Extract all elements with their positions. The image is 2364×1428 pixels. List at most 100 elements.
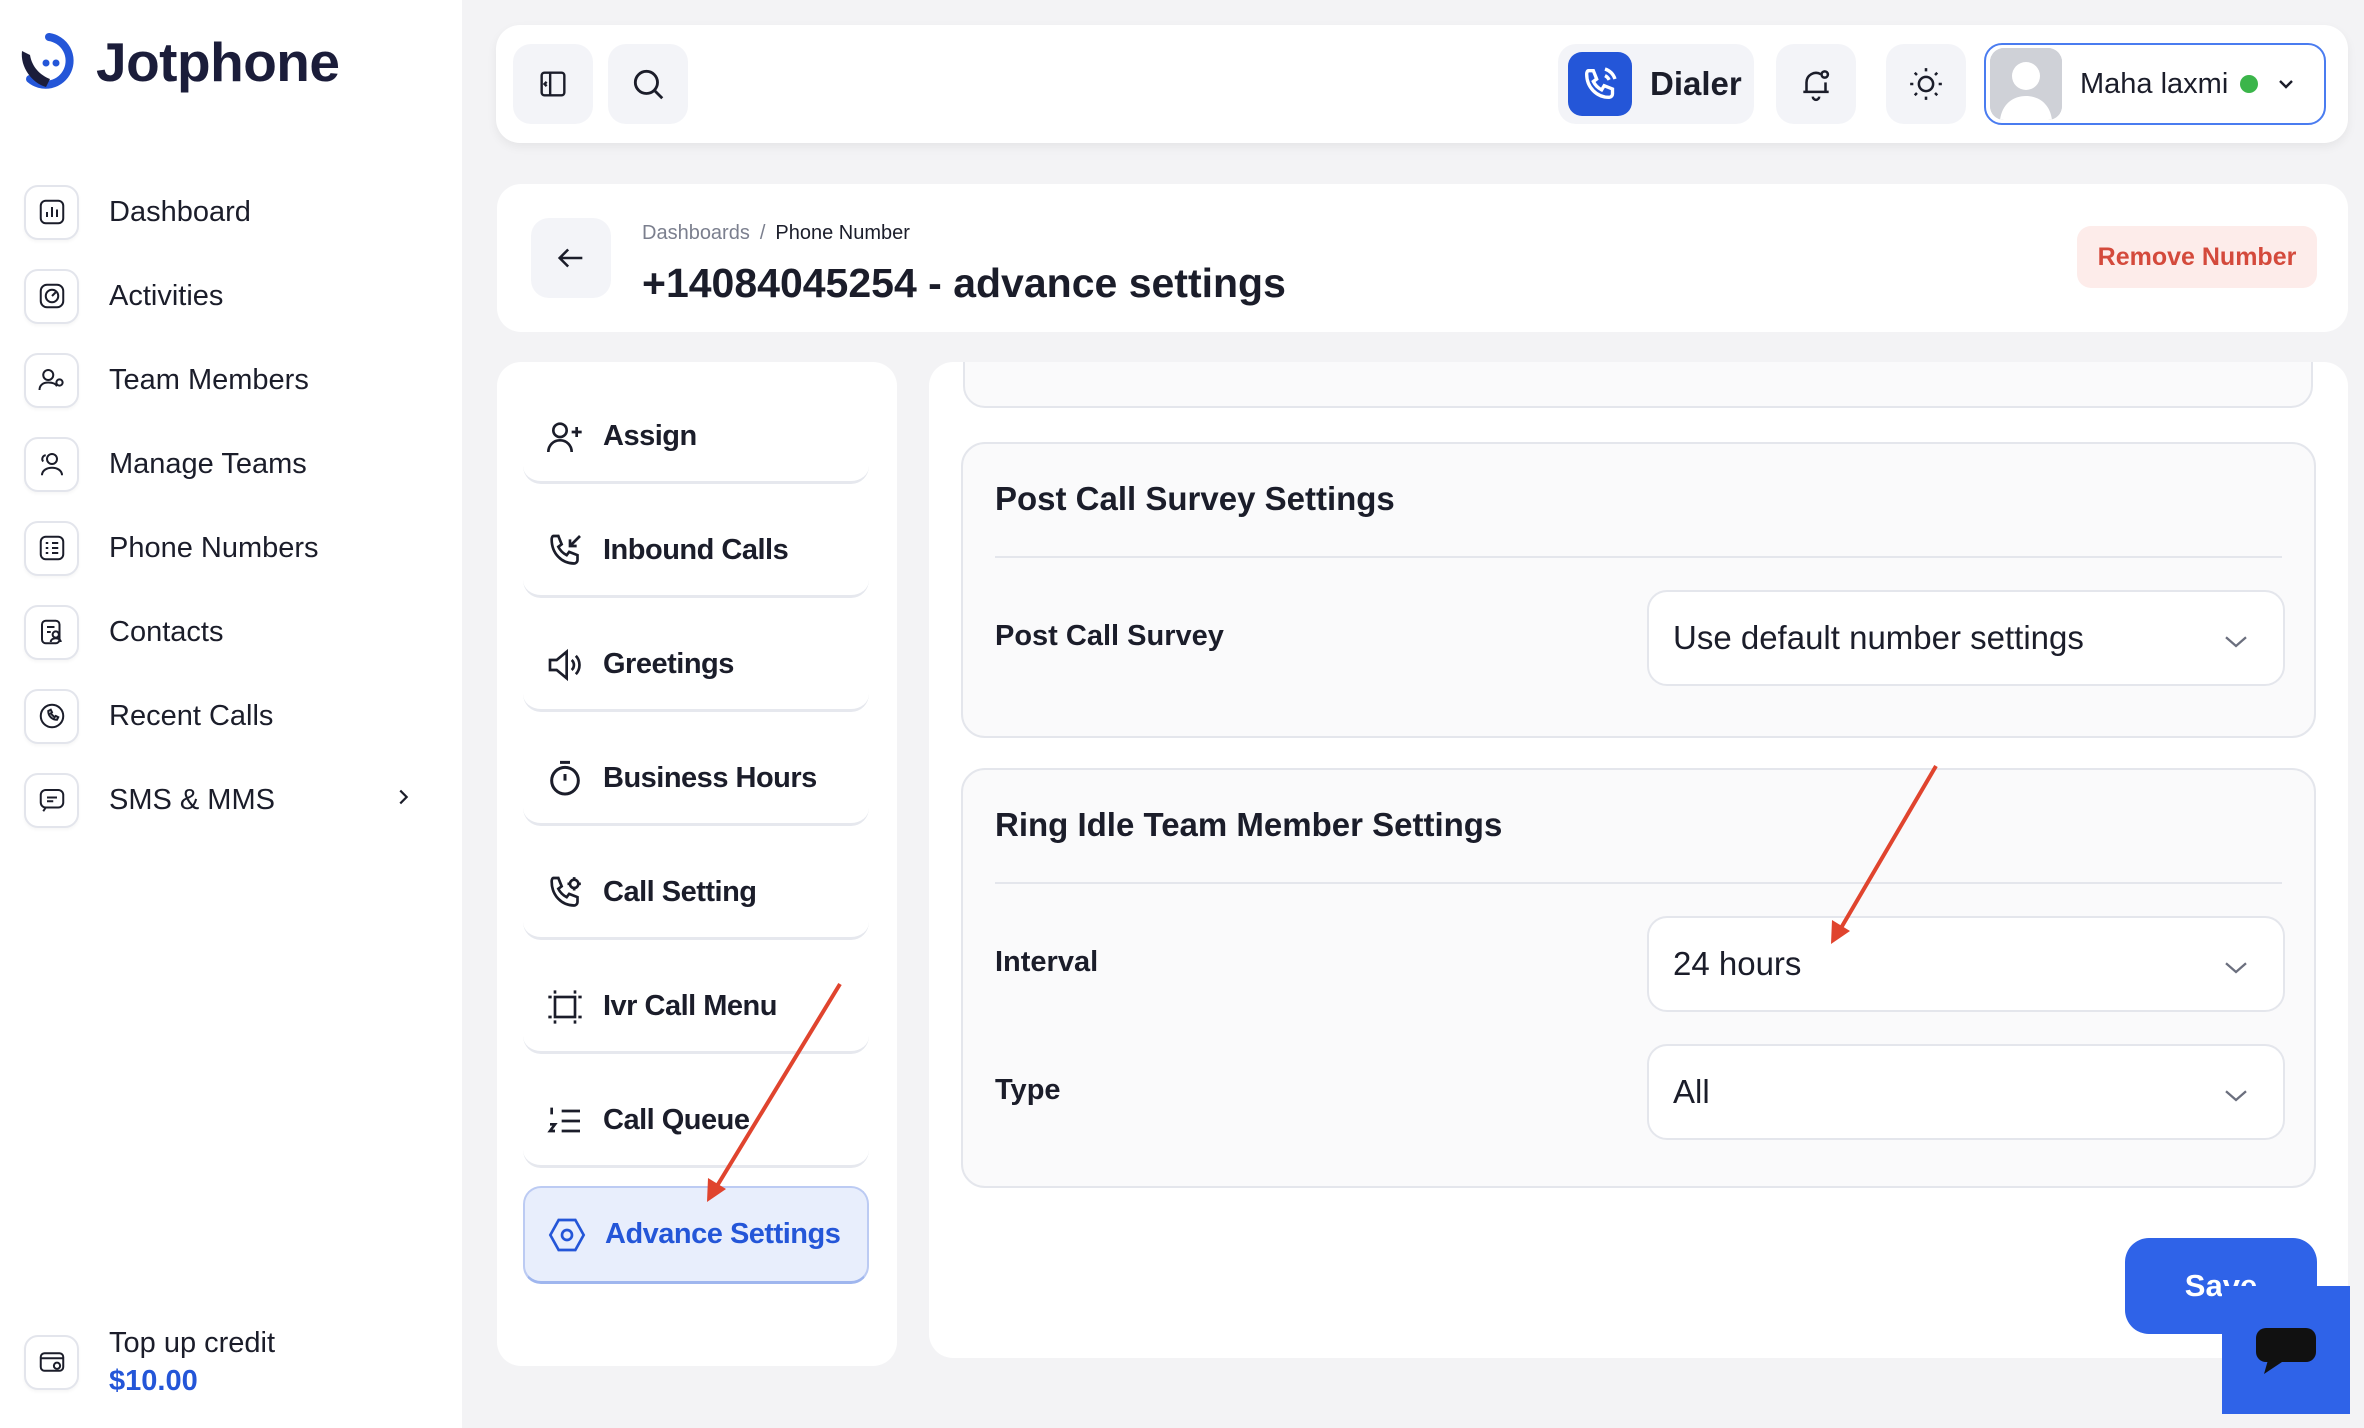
- type-label: Type: [995, 1074, 1061, 1106]
- sidebar-item-label: Dashboard: [109, 195, 251, 228]
- dialer-button[interactable]: Dialer: [1558, 44, 1754, 124]
- search-button[interactable]: [608, 44, 688, 124]
- search-icon: [629, 65, 667, 103]
- sidebar-item-label: Phone Numbers: [109, 531, 319, 564]
- select-value: All: [1673, 1073, 1710, 1110]
- chevron-down-icon: [2274, 72, 2298, 96]
- remove-number-button[interactable]: Remove Number: [2077, 226, 2317, 288]
- previous-settings-card: [963, 362, 2313, 408]
- settings-nav: Assign Inbound Calls Greetings Business …: [497, 362, 897, 1366]
- stopwatch-icon: [545, 759, 585, 799]
- sun-icon: [1907, 65, 1945, 103]
- contact-book-icon: [24, 604, 79, 660]
- phone-list-icon: [24, 520, 79, 576]
- tab-label: Call Setting: [603, 876, 757, 908]
- tab-advance-settings[interactable]: Advance Settings: [523, 1186, 869, 1284]
- hexagon-settings-icon: [547, 1215, 587, 1255]
- breadcrumb-dashboards[interactable]: Dashboards: [642, 222, 750, 245]
- credit-amount: $10.00: [109, 1365, 198, 1397]
- sidebar-item-activities[interactable]: Activities: [24, 254, 424, 338]
- sidebar: Jotphone Dashboard Activities Team Membe…: [0, 0, 462, 1428]
- sidebar-item-team-members[interactable]: Team Members: [24, 338, 424, 422]
- phone-history-icon: [24, 688, 79, 744]
- tab-ivr-call-menu[interactable]: Ivr Call Menu: [523, 962, 869, 1054]
- notifications-button[interactable]: [1776, 44, 1856, 124]
- sidebar-item-manage-teams[interactable]: Manage Teams: [24, 422, 424, 506]
- breadcrumb-phone-number: Phone Number: [775, 222, 910, 244]
- logo[interactable]: Jotphone: [16, 30, 340, 94]
- post-call-survey-card: Post Call Survey Settings Post Call Surv…: [961, 442, 2316, 738]
- top-bar: Dialer Maha laxmi: [496, 25, 2348, 143]
- divider: [995, 882, 2282, 884]
- sidebar-item-label: SMS & MMS: [109, 783, 275, 816]
- incoming-call-icon: [545, 531, 585, 571]
- bar-chart-icon: [24, 184, 79, 240]
- tab-label: Call Queue: [603, 1104, 750, 1136]
- message-icon: [24, 772, 79, 828]
- user-plus-icon: [545, 417, 585, 457]
- sidebar-item-label: Recent Calls: [109, 699, 274, 732]
- divider: [995, 556, 2282, 558]
- sidebar-nav: Dashboard Activities Team Members Manage…: [24, 170, 424, 842]
- arrow-left-icon: [554, 241, 588, 275]
- tab-business-hours[interactable]: Business Hours: [523, 734, 869, 826]
- theme-toggle-button[interactable]: [1886, 44, 1966, 124]
- user-name: Maha laxmi: [2080, 67, 2229, 100]
- sidebar-item-dashboard[interactable]: Dashboard: [24, 170, 424, 254]
- gauge-icon: [24, 268, 79, 324]
- tab-assign[interactable]: Assign: [523, 392, 869, 484]
- sidebar-item-label: Manage Teams: [109, 447, 307, 480]
- phone-settings-icon: [545, 873, 585, 913]
- post-call-survey-label: Post Call Survey: [995, 620, 1224, 652]
- back-button[interactable]: [531, 218, 611, 298]
- avatar: [1990, 48, 2062, 120]
- type-select[interactable]: All: [1647, 1044, 2285, 1140]
- ivr-frame-icon: [545, 987, 585, 1027]
- chat-bubble-icon: [2254, 1324, 2318, 1376]
- tab-call-queue[interactable]: Call Queue: [523, 1076, 869, 1168]
- phone-wave-icon: [1568, 52, 1632, 116]
- bell-icon: [1797, 65, 1835, 103]
- card-title: Post Call Survey Settings: [995, 480, 1395, 517]
- breadcrumb-separator: /: [759, 222, 766, 244]
- tab-call-setting[interactable]: Call Setting: [523, 848, 869, 940]
- sidebar-item-label: Activities: [109, 279, 224, 312]
- tab-label: Business Hours: [603, 762, 817, 794]
- tab-label: Ivr Call Menu: [603, 990, 778, 1022]
- dialer-label: Dialer: [1650, 65, 1742, 102]
- tab-inbound-calls[interactable]: Inbound Calls: [523, 506, 869, 598]
- tab-label: Greetings: [603, 648, 734, 680]
- sidebar-item-sms-mms[interactable]: SMS & MMS: [24, 758, 424, 842]
- numbered-list-icon: [545, 1101, 585, 1141]
- speaker-icon: [545, 645, 585, 685]
- sidebar-item-label: Contacts: [109, 615, 224, 648]
- online-status-dot: [2240, 75, 2259, 93]
- sidebar-item-contacts[interactable]: Contacts: [24, 590, 424, 674]
- toggle-sidebar-button[interactable]: [513, 44, 593, 124]
- jotphone-logo-icon: [16, 31, 82, 93]
- select-value: Use default number settings: [1673, 619, 2084, 656]
- interval-select[interactable]: 24 hours: [1647, 916, 2285, 1012]
- ring-idle-card: Ring Idle Team Member Settings Interval …: [961, 768, 2316, 1188]
- tab-label: Assign: [603, 420, 697, 452]
- sidebar-toggle-icon: [536, 67, 570, 101]
- chevron-down-icon: [2221, 1080, 2251, 1110]
- top-up-credit[interactable]: Top up credit $10.00: [24, 1324, 275, 1400]
- credit-label: Top up credit: [109, 1327, 276, 1359]
- settings-panel: Post Call Survey Settings Post Call Surv…: [929, 362, 2348, 1358]
- sidebar-item-recent-calls[interactable]: Recent Calls: [24, 674, 424, 758]
- chevron-down-icon: [2221, 952, 2251, 982]
- tab-label: Advance Settings: [605, 1218, 841, 1250]
- card-title: Ring Idle Team Member Settings: [995, 806, 1503, 843]
- user-gear-icon: [24, 352, 79, 408]
- sidebar-item-phone-numbers[interactable]: Phone Numbers: [24, 506, 424, 590]
- chevron-down-icon: [2221, 626, 2251, 656]
- user-menu[interactable]: Maha laxmi: [1984, 43, 2326, 125]
- interval-label: Interval: [995, 946, 1099, 978]
- post-call-survey-select[interactable]: Use default number settings: [1647, 590, 2285, 686]
- chat-widget-button[interactable]: [2222, 1286, 2350, 1414]
- tab-greetings[interactable]: Greetings: [523, 620, 869, 712]
- select-value: 24 hours: [1673, 945, 1802, 982]
- sidebar-item-label: Team Members: [109, 363, 309, 396]
- page-title: +14084045254 - advance settings: [642, 260, 1286, 306]
